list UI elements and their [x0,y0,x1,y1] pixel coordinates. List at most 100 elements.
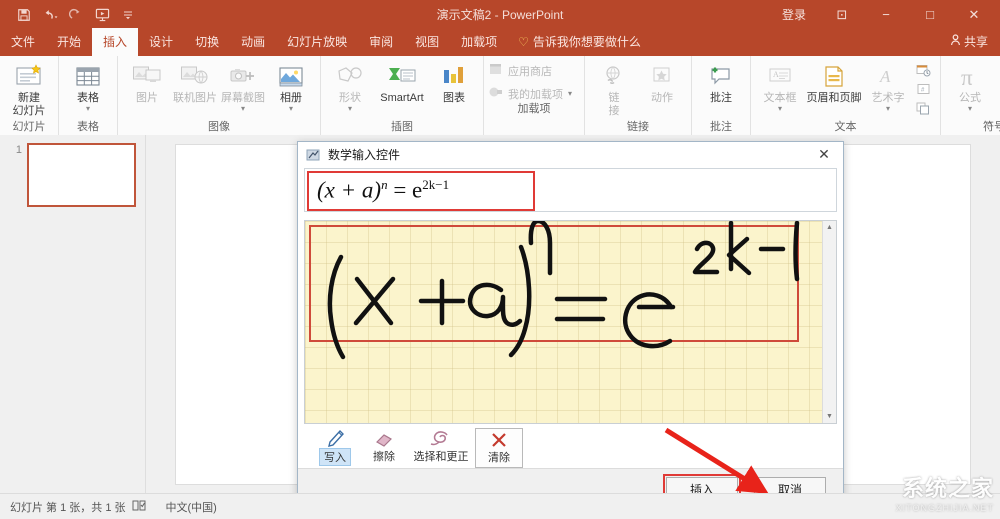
equation-caret-icon[interactable]: ▾ [968,106,972,112]
save-icon[interactable] [12,4,36,26]
dialog-close-icon[interactable]: ✕ [809,144,839,166]
language-status[interactable]: 中文(中国) [156,499,227,515]
tab-design[interactable]: 设计 [138,28,184,56]
ribbon-group-comments: 批注 批注 [692,56,751,135]
ink-scrollbar[interactable]: ▲ ▼ [822,221,836,423]
photo-album-button[interactable]: 相册 ▾ [267,60,315,114]
new-slide-button[interactable]: 新建 幻灯片 [5,60,53,119]
slide-thumbnail-row[interactable]: 1 [0,135,145,207]
photo-album-caret-icon[interactable]: ▾ [289,106,293,112]
tab-animations[interactable]: 动画 [230,28,276,56]
ribbon-group-slides: 新建 幻灯片 幻灯片 [0,56,59,135]
select-correct-tool[interactable]: 选择和更正 [410,428,472,466]
handwritten-formula [305,221,825,424]
equation-button[interactable]: π 公式 ▾ [946,60,994,114]
tell-me-box[interactable]: ♡ 告诉我你想要做什么 [508,28,651,56]
minimize-icon[interactable]: − [864,0,908,29]
pictures-label: 图片 [136,92,158,105]
wordart-button[interactable]: A 艺术字 ▾ [864,60,912,114]
action-button[interactable]: 动作 [638,60,686,107]
slide-number-button[interactable]: # [916,83,931,99]
shapes-button[interactable]: 形状 ▾ [326,60,374,114]
my-addins-icon [488,85,503,102]
store-label: 应用商店 [508,63,552,79]
symbol-button[interactable]: Ω 符号 [994,60,1000,107]
tab-review[interactable]: 审阅 [358,28,404,56]
write-tool[interactable]: 写入 [312,428,358,468]
action-label: 动作 [651,92,673,105]
math-input-icon [306,148,322,162]
share-label: 共享 [964,33,988,50]
erase-tool[interactable]: 擦除 [361,428,407,466]
equation-label: 公式 [959,92,981,105]
date-time-button[interactable] [916,64,931,80]
my-addins-caret-icon[interactable]: ▾ [568,91,572,97]
ribbon-group-text: A 文本框 ▾ 页眉和页脚 A 艺术字 ▾ [751,56,941,135]
ribbon-display-options-icon[interactable]: ⊡ [820,0,864,29]
screenshot-caret-icon[interactable]: ▾ [241,106,245,112]
shapes-caret-icon[interactable]: ▾ [348,106,352,112]
online-pictures-button[interactable]: 联机图片 [171,60,219,107]
close-icon[interactable]: ✕ [952,0,996,29]
new-comment-button[interactable]: 批注 [697,60,745,107]
header-footer-button[interactable]: 页眉和页脚 [804,60,864,107]
tab-view[interactable]: 视图 [404,28,450,56]
pictures-button[interactable]: 图片 [123,60,171,107]
new-slide-label-2: 幻灯片 [13,105,46,118]
smartart-icon [387,62,417,92]
title-bar: 演示文稿2 - PowerPoint 登录 ⊡ − □ ✕ [0,0,1000,29]
table-button[interactable]: 表格 ▾ [64,60,112,114]
store-button[interactable]: 应用商店 [488,62,580,79]
table-caret-icon[interactable]: ▾ [86,106,90,112]
dialog-title: 数学输入控件 [328,146,400,163]
scroll-track[interactable] [823,234,836,410]
start-slideshow-icon[interactable] [90,4,114,26]
collapse-ribbon-icon[interactable]: ⌃ [985,120,994,133]
clear-x-icon [489,430,509,449]
slide-thumbnail-1[interactable] [27,143,136,207]
ink-writing-area[interactable]: ▲ ▼ [304,220,837,424]
scroll-down-icon[interactable]: ▼ [823,410,836,423]
share-button[interactable]: 共享 [938,29,1000,56]
dialog-body: (x + a)n = e2k−1 [298,168,843,468]
tab-insert[interactable]: 插入 [92,28,138,56]
select-correct-tool-label: 选择和更正 [414,448,469,464]
group-label-addins: 加载项 [484,102,584,117]
screenshot-button[interactable]: 屏幕截图 ▾ [219,60,267,114]
online-picture-icon [180,62,210,92]
tab-file[interactable]: 文件 [0,28,46,56]
tell-me-label: 告诉我你想要做什么 [533,33,641,50]
new-slide-label-1: 新建 [18,92,40,105]
undo-icon[interactable] [38,4,62,26]
hyperlink-label-2: 接 [609,105,620,118]
tab-transitions[interactable]: 切换 [184,28,230,56]
text-box-caret-icon[interactable]: ▾ [778,106,782,112]
hyperlink-button[interactable]: 链 接 [590,60,638,119]
sign-in-button[interactable]: 登录 [768,6,820,23]
group-label-images: 图像 [118,120,320,135]
clear-tool[interactable]: 清除 [475,428,523,468]
scroll-up-icon[interactable]: ▲ [823,221,836,234]
object-button[interactable] [916,102,931,118]
ribbon-group-illustrations: 形状 ▾ SmartArt 图表 插图 [321,56,484,135]
my-addins-button[interactable]: 我的加载项 ▾ [488,85,580,102]
slide-count-status: 幻灯片 第 1 张，共 1 张 [0,499,156,515]
chart-button[interactable]: 图表 [430,60,478,107]
smartart-button[interactable]: SmartArt [374,60,430,107]
redo-icon[interactable] [64,4,88,26]
my-addins-label: 我的加载项 [508,86,563,102]
header-footer-icon [822,62,846,92]
tab-slideshow[interactable]: 幻灯片放映 [276,28,358,56]
tab-addins[interactable]: 加载项 [450,28,508,56]
shapes-label: 形状 [339,92,361,105]
text-box-button[interactable]: A 文本框 ▾ [756,60,804,114]
wordart-caret-icon[interactable]: ▾ [886,106,890,112]
erase-tool-label: 擦除 [373,448,395,464]
header-footer-label: 页眉和页脚 [807,92,862,105]
ribbon-group-table: 表格 ▾ 表格 [59,56,118,135]
formula-preview[interactable]: (x + a)n = e2k−1 [304,168,837,212]
customize-qat-icon[interactable] [116,4,140,26]
tab-home[interactable]: 开始 [46,28,92,56]
maximize-icon[interactable]: □ [908,0,952,29]
spelling-check-icon[interactable] [132,499,146,514]
